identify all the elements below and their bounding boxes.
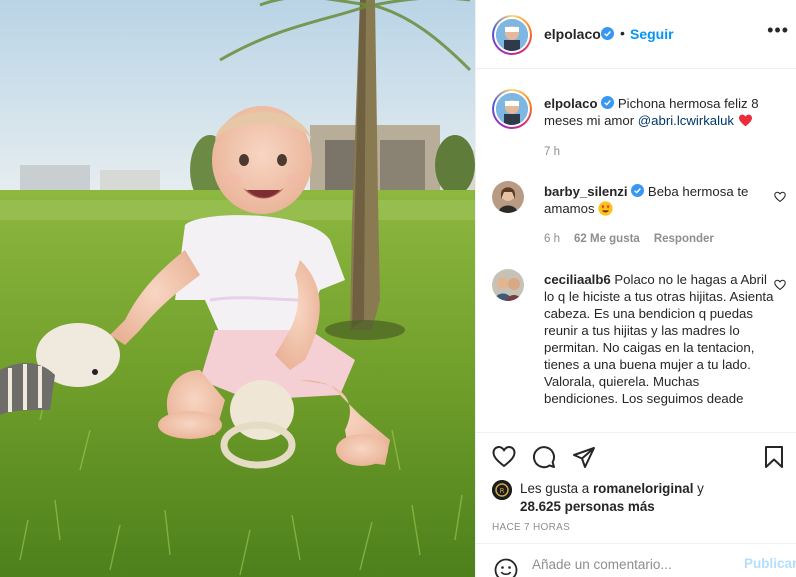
comment-like-heart-icon[interactable] [774,279,786,291]
commenter-avatar[interactable] [492,181,524,213]
caption-username[interactable]: elpolaco [544,96,598,111]
follow-button[interactable]: Seguir [630,26,674,42]
comment-username[interactable]: barby_silenzi [544,184,628,199]
caption-avatar[interactable] [492,89,532,129]
commenter-avatar[interactable] [492,269,524,301]
comment-bubble-icon[interactable] [532,445,556,469]
smiley-icon[interactable] [494,558,518,577]
caption-meta: 7 h [544,146,574,158]
baby-on-grass-image [0,0,475,577]
liker-avatar[interactable]: R [492,480,512,500]
add-comment-bar: Publicar [476,543,796,577]
post-header: elpolaco • Seguir ••• [476,0,796,69]
post-side-panel: elpolaco • Seguir ••• elpolaco Pichona h [475,0,796,577]
comment-likes[interactable]: 62 Me gusta [574,233,640,245]
post-photo[interactable] [0,0,475,577]
instagram-post: elpolaco • Seguir ••• elpolaco Pichona h [0,0,796,577]
comment-text: ceciliaalb6 Polaco no le hagas a Abril l… [544,271,774,407]
author-avatar[interactable] [492,15,532,55]
svg-text:R: R [500,487,505,495]
likes-joiner: y [693,481,704,496]
likes-prefix: Les gusta a [520,481,593,496]
reply-button[interactable]: Responder [654,233,714,245]
comment-meta: 6 h 62 Me gusta Responder [544,233,728,245]
caption-mention[interactable]: @abri.lcwirkaluk [638,113,734,128]
comments-list[interactable]: elpolaco Pichona hermosa feliz 8 meses m… [476,70,796,430]
author-username[interactable]: elpolaco [544,26,601,42]
comment-like-heart-icon[interactable] [774,191,786,203]
post-timestamp[interactable]: HACE 7 HORAS [492,522,570,533]
comment-body: Polaco no le hagas a Abril lo q le hicis… [544,272,774,406]
comment-text: barby_silenzi Beba hermosa te amamos [544,183,774,217]
heart-eyes-emoji-icon [598,201,613,216]
verified-badge-icon [601,27,614,40]
heart-icon[interactable] [492,445,516,469]
bookmark-icon[interactable] [762,445,786,469]
more-options-icon[interactable]: ••• [767,20,789,41]
red-heart-icon [738,114,752,127]
post-actions: R Les gusta a romaneloriginal y 28.625 p… [476,432,796,542]
publish-button[interactable]: Publicar [744,556,796,571]
likes-others[interactable]: 28.625 personas más [520,499,655,514]
caption-text: elpolaco Pichona hermosa feliz 8 meses m… [544,95,774,129]
comment-username[interactable]: ceciliaalb6 [544,272,611,287]
comment-time[interactable]: 6 h [544,233,560,245]
separator-dot: • [620,25,625,41]
comment-input[interactable] [532,554,732,574]
verified-badge-icon [631,184,645,197]
liker-username[interactable]: romaneloriginal [593,481,693,496]
caption-time[interactable]: 7 h [544,146,560,158]
verified-badge-icon [601,96,615,109]
paper-plane-icon[interactable] [572,445,596,469]
